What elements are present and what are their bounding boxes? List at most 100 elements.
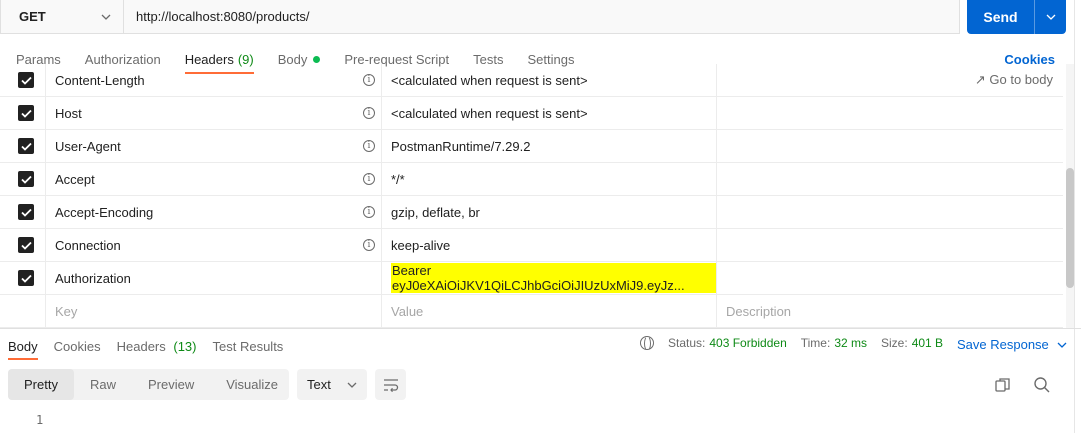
table-row: User-Agent i PostmanRuntime/7.29.2 [0, 130, 1063, 163]
row-checkbox[interactable] [18, 171, 34, 187]
check-icon [20, 76, 32, 85]
header-key: Accept-Encoding [55, 204, 154, 220]
tab-label: Body [8, 338, 38, 354]
check-icon [20, 175, 32, 184]
send-options-button[interactable] [1034, 0, 1066, 34]
format-preview[interactable]: Preview [132, 369, 210, 400]
tab-label: Test Results [212, 338, 284, 354]
info-icon[interactable]: i [363, 239, 375, 251]
info-icon[interactable]: i [363, 206, 375, 218]
size-value[interactable]: 401 B [912, 336, 943, 350]
url-bar: GET http://localhost:8080/products/ [0, 0, 960, 34]
new-value-input[interactable]: Value [381, 295, 717, 327]
send-label: Send [983, 9, 1018, 25]
tab-response-headers[interactable]: Headers (13) [117, 332, 197, 360]
tab-response-cookies[interactable]: Cookies [54, 332, 101, 360]
header-key: Host [55, 105, 82, 121]
header-description[interactable] [716, 97, 1063, 129]
tab-test-results[interactable]: Test Results [213, 332, 284, 360]
header-value: <calculated when request is sent> [391, 105, 588, 121]
table-row: Authorization Bearer eyJ0eXAiOiJKV1QiLCJ… [0, 262, 1063, 295]
divider [0, 328, 1081, 329]
response-headers-count: (13) [173, 338, 197, 354]
row-checkbox[interactable] [18, 72, 34, 88]
divider [1074, 0, 1075, 433]
info-icon[interactable]: i [363, 140, 375, 152]
header-value-field[interactable]: Bearer eyJ0eXAiOiJKV1QiLCJhbGciOiJIUzUxM… [381, 262, 717, 294]
header-description[interactable] [716, 229, 1063, 261]
check-icon [20, 241, 32, 250]
tab-label: Cookies [53, 338, 101, 354]
table-row: Accept i */* [0, 163, 1063, 196]
chevron-down-icon [1046, 14, 1055, 20]
row-checkbox[interactable] [18, 204, 34, 220]
go-to-body-link[interactable]: ↗ Go to body [975, 72, 1053, 88]
search-icon[interactable] [1033, 376, 1051, 394]
wrap-icon [383, 378, 398, 392]
row-checkbox[interactable] [18, 105, 34, 121]
description-placeholder: Description [726, 303, 792, 319]
header-description[interactable] [716, 196, 1063, 228]
format-raw[interactable]: Raw [74, 369, 132, 400]
body-indicator-dot [313, 55, 321, 63]
new-description-input[interactable]: Description [716, 295, 1063, 327]
table-row: Content-Length i <calculated when request… [0, 64, 1063, 97]
row-checkbox[interactable] [18, 270, 34, 286]
save-response-label: Save Response [957, 337, 1049, 352]
scrollbar-thumb[interactable] [1066, 168, 1074, 288]
format-pretty[interactable]: Pretty [8, 369, 74, 400]
header-value: keep-alive [391, 237, 451, 253]
chevron-down-icon [1057, 342, 1067, 348]
line-number: 1 [36, 413, 44, 427]
header-description[interactable] [716, 130, 1063, 162]
globe-icon[interactable] [640, 336, 654, 351]
copy-icon[interactable] [994, 376, 1012, 394]
method-select[interactable]: GET [1, 0, 124, 33]
headers-table: Content-Length i <calculated when request… [0, 64, 1063, 328]
format-toggle: Pretty Raw Preview Visualize [8, 369, 289, 400]
text-format-label: Text [307, 377, 331, 392]
send-button[interactable]: Send [967, 0, 1066, 34]
row-checkbox[interactable] [18, 138, 34, 154]
check-icon [20, 142, 32, 151]
header-key-field[interactable]: Authorization [45, 262, 381, 294]
header-description[interactable] [716, 163, 1063, 195]
size-label: Size: [881, 336, 908, 350]
row-checkbox[interactable] [18, 237, 34, 253]
table-row: Accept-Encoding i gzip, deflate, br [0, 196, 1063, 229]
time-value[interactable]: 32 ms [834, 336, 867, 350]
go-to-body-label: Go to body [989, 72, 1053, 87]
save-response-button[interactable]: Save Response [957, 337, 1067, 352]
header-value: */* [391, 171, 405, 187]
key-placeholder: Key [55, 303, 78, 319]
chevron-down-icon [101, 14, 111, 20]
table-row: Connection i keep-alive [0, 229, 1063, 262]
time-label: Time: [800, 336, 831, 350]
method-label: GET [19, 9, 46, 24]
info-icon[interactable]: i [363, 74, 375, 86]
value-placeholder: Value [391, 303, 424, 319]
scrollbar[interactable] [1066, 64, 1074, 328]
response-meta: Status: 403 Forbidden Time: 32 ms Size: … [640, 336, 957, 351]
text-format-select[interactable]: Text [297, 369, 367, 400]
header-key: Content-Length [55, 72, 145, 88]
new-key-input[interactable]: Key [45, 295, 381, 327]
url-input[interactable]: http://localhost:8080/products/ [124, 0, 959, 33]
format-visualize[interactable]: Visualize [210, 369, 294, 400]
table-row: Host i <calculated when request is sent> [0, 97, 1063, 130]
check-icon [20, 109, 32, 118]
status-label: Status: [668, 336, 706, 350]
check-icon [20, 274, 32, 283]
url-text: http://localhost:8080/products/ [136, 9, 310, 24]
info-icon[interactable]: i [363, 107, 375, 119]
header-value: gzip, deflate, br [391, 204, 480, 220]
wrap-lines-button[interactable] [375, 369, 406, 400]
status-value[interactable]: 403 Forbidden [709, 336, 786, 350]
header-value: <calculated when request is sent> [391, 72, 588, 88]
info-icon[interactable]: i [363, 173, 375, 185]
tab-label: Headers [116, 338, 166, 354]
chevron-down-icon [347, 382, 357, 388]
tab-response-body[interactable]: Body [8, 332, 38, 360]
header-description[interactable] [716, 262, 1063, 294]
header-key: Connection [55, 237, 121, 253]
